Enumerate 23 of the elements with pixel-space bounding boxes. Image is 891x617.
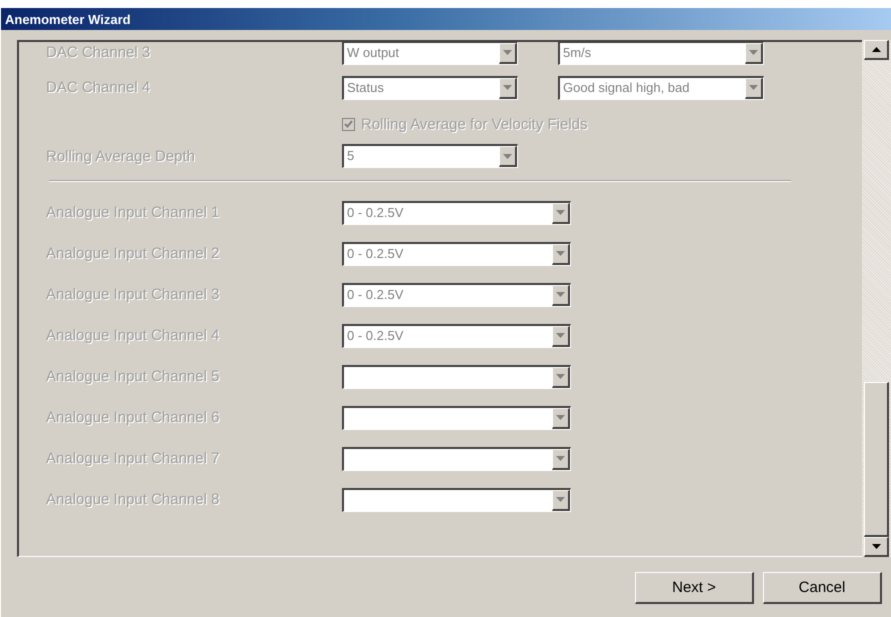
- dropdown-arrow-icon: [503, 154, 512, 158]
- scroll-thumb[interactable]: [864, 382, 889, 537]
- dropdown-arrow-icon: [556, 497, 565, 502]
- dropdown-arrow-icon: [556, 374, 565, 379]
- dropdown-arrow-icon: [556, 210, 565, 215]
- dropdown-arrow-icon: [749, 50, 758, 55]
- dropdown-arrow-icon: [556, 333, 565, 338]
- dropdown-arrow-icon: [556, 251, 565, 256]
- dropdown-arrow-icon: [503, 85, 512, 90]
- window-title: Anemometer Wizard: [5, 12, 131, 26]
- dropdown-arrow-icon: [749, 85, 758, 90]
- dropdown-arrow-icon: [556, 456, 565, 461]
- scroll-down-button[interactable]: [864, 537, 889, 557]
- dropdown-arrow-icon: [556, 292, 565, 297]
- up-arrow-icon: [872, 47, 880, 52]
- dropdown-arrow-icon: [556, 415, 565, 420]
- dialog-button[interactable]: Next >: [635, 572, 754, 604]
- dropdown-arrow-icon: [503, 50, 512, 55]
- scroll-up-button[interactable]: [864, 40, 889, 60]
- dialog-button[interactable]: Cancel: [763, 572, 882, 604]
- scrollbar[interactable]: [862, 40, 891, 557]
- check-icon: [344, 120, 353, 128]
- down-arrow-icon: [872, 544, 880, 549]
